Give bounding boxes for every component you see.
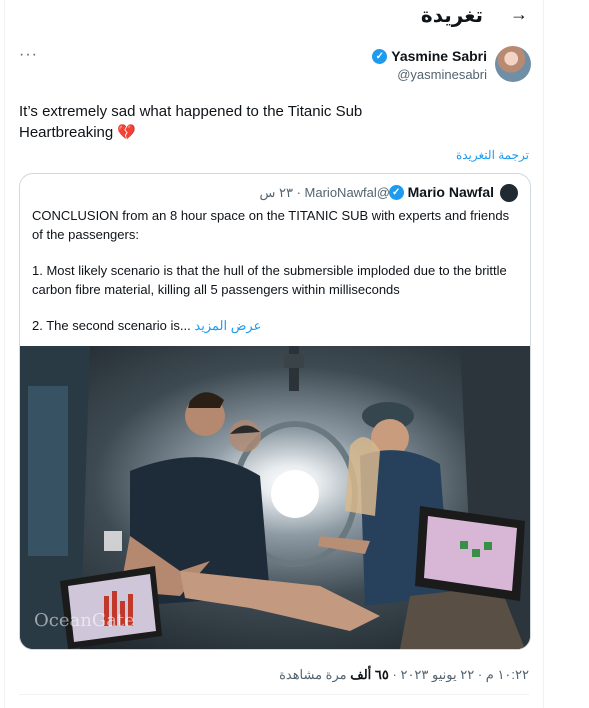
quoted-tweet-header: ✓ Mario Nawfal @MarioNawfal · ٢٣ س (20, 174, 530, 204)
quoted-author-name-link[interactable]: ✓ Mario Nawfal (388, 184, 494, 200)
meta-separator: · (388, 667, 397, 682)
broken-heart-emoji: 💔 (117, 124, 137, 141)
show-more-link[interactable]: عرض المزيد (194, 318, 261, 333)
tweet-date[interactable]: ٢٢ يونيو ٢٠٢٣ (400, 667, 474, 682)
quoted-author-handle: @MarioNawfal (304, 185, 390, 200)
quoted-tweet[interactable]: ✓ Mario Nawfal @MarioNawfal · ٢٣ س CONCL… (19, 173, 531, 650)
verified-badge-icon: ✓ (372, 48, 388, 64)
meta-separator: · (292, 185, 301, 200)
tweet-footer-meta: ١٠:٢٢ م · ٢٢ يونيو ٢٠٢٣ · ٦٥ ألف مرة مشا… (279, 667, 529, 683)
quoted-paragraph-content: 2. The second scenario is... (32, 318, 191, 333)
page-title: تغريدة (420, 3, 483, 27)
tweet-column: → تغريدة ✓ Yasmine Sabri @yasminesabri ·… (4, 0, 544, 708)
tweet-photo[interactable] (20, 346, 530, 649)
divider (19, 694, 529, 695)
tweet-text-line-content: Heartbreaking (19, 124, 114, 141)
oceangate-watermark: OceanGate (34, 610, 135, 631)
meta-separator: · (474, 667, 483, 682)
quoted-tweet-text: CONCLUSION from an 8 hour space on the T… (32, 207, 518, 336)
tweet-text: It’s extremely sad what happened to the … (19, 101, 519, 143)
tweet-text-line: Heartbreaking 💔 (19, 122, 519, 143)
tweet-text-line: It’s extremely sad what happened to the … (19, 103, 363, 120)
author-name: Yasmine Sabri (391, 48, 487, 64)
tweet-author-row: ✓ Yasmine Sabri @yasminesabri ··· (5, 44, 543, 88)
avatar[interactable] (495, 46, 531, 82)
views-count: ٦٥ ألف (350, 667, 389, 682)
quoted-author-name: Mario Nawfal (407, 184, 494, 200)
views-label: مرة مشاهدة (279, 667, 347, 682)
quoted-time: ٢٣ س (259, 185, 293, 200)
translate-tweet-link[interactable]: ترجمة التغريدة (456, 148, 529, 162)
author-handle[interactable]: @yasminesabri (397, 67, 487, 82)
tweet-time[interactable]: ١٠:٢٢ م (486, 667, 529, 682)
arrow-right-icon[interactable]: → (507, 2, 531, 26)
quoted-paragraph: CONCLUSION from an 8 hour space on the T… (32, 208, 510, 242)
page-header: → تغريدة (5, 0, 543, 32)
quoted-meta: @MarioNawfal · ٢٣ س (260, 185, 390, 201)
quoted-avatar[interactable] (500, 184, 518, 202)
quoted-paragraph: 2. The second scenario is... عرض المزيد (32, 317, 518, 336)
verified-badge-icon: ✓ (388, 184, 404, 200)
quoted-paragraph: 1. Most likely scenario is that the hull… (32, 263, 507, 297)
author-name-link[interactable]: ✓ Yasmine Sabri (372, 48, 487, 64)
more-options-icon[interactable]: ··· (19, 46, 38, 64)
